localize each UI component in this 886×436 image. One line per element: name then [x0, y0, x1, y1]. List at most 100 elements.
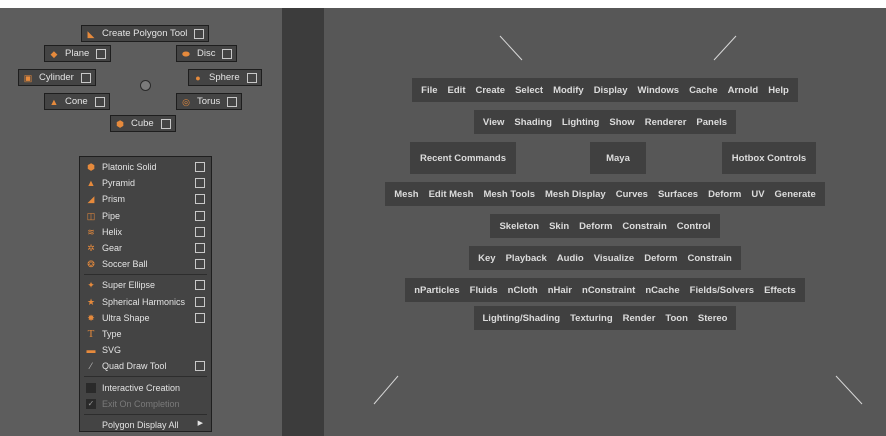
- hotbox-menu-help[interactable]: Help: [763, 85, 794, 96]
- hotbox-menu-texturing[interactable]: Texturing: [565, 313, 618, 324]
- interactive-creation-checkbox[interactable]: [86, 382, 96, 393]
- menu-item-prism[interactable]: ◢ Prism: [80, 191, 211, 207]
- option-box[interactable]: [195, 312, 205, 323]
- hotbox-menu-panels[interactable]: Panels: [691, 117, 732, 128]
- menu-item-polygon-display-all[interactable]: Polygon Display All ▶: [80, 417, 211, 433]
- menu-item-super-ellipse[interactable]: ✦ Super Ellipse: [80, 277, 211, 293]
- option-box[interactable]: [195, 226, 205, 237]
- hotbox-menu-mesh[interactable]: Mesh: [389, 189, 423, 200]
- hotbox-menu-lighting[interactable]: Lighting: [557, 117, 604, 128]
- option-box[interactable]: [195, 280, 205, 291]
- hotbox-menu-uv[interactable]: UV: [746, 189, 769, 200]
- hotbox-menu-fluids[interactable]: Fluids: [465, 285, 503, 296]
- menu-item-label: Platonic Solid: [102, 162, 157, 173]
- hotbox-menu-view[interactable]: View: [478, 117, 509, 128]
- hotbox-menu-anim-constrain[interactable]: Constrain: [682, 253, 736, 264]
- option-box[interactable]: [195, 194, 205, 205]
- menu-item-ultra-shape[interactable]: ✸ Ultra Shape: [80, 310, 211, 326]
- disc-option-box[interactable]: [222, 48, 233, 59]
- menu-item-pipe[interactable]: ◫ Pipe: [80, 208, 211, 224]
- hotbox-menu-show[interactable]: Show: [604, 117, 639, 128]
- option-box[interactable]: [195, 361, 205, 372]
- hotbox-menu-display[interactable]: Display: [589, 85, 633, 96]
- hotbox-menu-arnold[interactable]: Arnold: [723, 85, 764, 96]
- hotbox-menu-stereo[interactable]: Stereo: [693, 313, 733, 324]
- zone-line-top-left: [499, 35, 523, 61]
- hotbox-menu-control[interactable]: Control: [672, 221, 716, 232]
- hotbox-menu-generate[interactable]: Generate: [770, 189, 821, 200]
- menu-item-label: Prism: [102, 194, 125, 205]
- menu-item-spherical-harmonics[interactable]: ★ Spherical Harmonics: [80, 294, 211, 310]
- hotbox-menu-nhair[interactable]: nHair: [543, 285, 577, 296]
- menu-item-platonic-solid[interactable]: ⬢ Platonic Solid: [80, 159, 211, 175]
- hotbox-menu-edit-mesh[interactable]: Edit Mesh: [424, 189, 479, 200]
- cylinder-option-box[interactable]: [80, 72, 91, 83]
- cone-item[interactable]: ▲ Cone: [44, 93, 110, 110]
- hotbox-menu-toon[interactable]: Toon: [660, 313, 693, 324]
- cube-option-box[interactable]: [160, 118, 171, 129]
- sphere-option-box[interactable]: [246, 72, 257, 83]
- hotbox-menu-rig-constrain[interactable]: Constrain: [617, 221, 671, 232]
- hotbox-menu-mesh-display[interactable]: Mesh Display: [540, 189, 611, 200]
- hotbox-menu-ncache[interactable]: nCache: [640, 285, 684, 296]
- hotbox-menu-lighting-shading[interactable]: Lighting/Shading: [478, 313, 566, 324]
- option-box[interactable]: [195, 178, 205, 189]
- option-box[interactable]: [195, 296, 205, 307]
- plane-item[interactable]: ◆ Plane: [44, 45, 112, 62]
- hotbox-menu-key[interactable]: Key: [473, 253, 500, 264]
- create-polygon-tool-item[interactable]: ◣ Create Polygon Tool: [81, 25, 210, 42]
- option-box[interactable]: [195, 162, 205, 172]
- cylinder-item[interactable]: ▣ Cylinder: [18, 69, 96, 86]
- hotbox-menu-nparticles[interactable]: nParticles: [409, 285, 464, 296]
- hotbox-menu-deform[interactable]: Deform: [703, 189, 746, 200]
- hotbox-menu-playback[interactable]: Playback: [501, 253, 552, 264]
- menu-item-interactive-creation[interactable]: Interactive Creation: [80, 379, 211, 395]
- hotbox-menu-surfaces[interactable]: Surfaces: [653, 189, 703, 200]
- option-box[interactable]: [195, 242, 205, 253]
- hotbox-menu-shading[interactable]: Shading: [509, 117, 556, 128]
- hotbox-menu-create[interactable]: Create: [471, 85, 511, 96]
- option-box[interactable]: [195, 210, 205, 221]
- option-box[interactable]: [195, 259, 205, 270]
- hotbox-menu-edit[interactable]: Edit: [443, 85, 471, 96]
- hotbox-menu-nconstraint[interactable]: nConstraint: [577, 285, 640, 296]
- hotbox-controls[interactable]: Hotbox Controls: [722, 142, 816, 174]
- hotbox-menu-visualize[interactable]: Visualize: [589, 253, 640, 264]
- hotbox-menu-cache[interactable]: Cache: [684, 85, 723, 96]
- hotbox-recent-commands[interactable]: Recent Commands: [410, 142, 516, 174]
- polygon-tool-icon: ◣: [87, 28, 95, 39]
- hotbox-menu-render[interactable]: Render: [618, 313, 661, 324]
- torus-option-box[interactable]: [227, 96, 238, 107]
- hotbox-menu-ncloth[interactable]: nCloth: [503, 285, 543, 296]
- menu-item-helix[interactable]: ≋ Helix: [80, 224, 211, 240]
- disc-item[interactable]: ⬬ Disc: [176, 45, 238, 62]
- create-polygon-tool-option-box[interactable]: [194, 28, 205, 39]
- hotbox-menu-audio[interactable]: Audio: [552, 253, 589, 264]
- hotbox-menu-rig-deform[interactable]: Deform: [574, 221, 617, 232]
- hotbox-menu-renderer[interactable]: Renderer: [640, 117, 692, 128]
- menu-item-pyramid[interactable]: ▲ Pyramid: [80, 175, 211, 191]
- hotbox-menu-file[interactable]: File: [416, 85, 442, 96]
- plane-option-box[interactable]: [96, 48, 107, 59]
- hotbox-menu-skeleton[interactable]: Skeleton: [494, 221, 544, 232]
- hotbox-menu-skin[interactable]: Skin: [544, 221, 574, 232]
- cube-item[interactable]: ⬢ Cube: [110, 115, 176, 132]
- sphere-item[interactable]: ● Sphere: [188, 69, 262, 86]
- hotbox-menu-modify[interactable]: Modify: [548, 85, 589, 96]
- menu-item-svg[interactable]: ▬ SVG: [80, 342, 211, 358]
- zone-line-bottom-left: [373, 375, 399, 405]
- menu-item-type[interactable]: T Type: [80, 326, 211, 342]
- menu-item-quad-draw-tool[interactable]: ⁄ Quad Draw Tool: [80, 358, 211, 374]
- hotbox-menu-select[interactable]: Select: [510, 85, 548, 96]
- hotbox-menu-curves[interactable]: Curves: [611, 189, 653, 200]
- hotbox-menu-mesh-tools[interactable]: Mesh Tools: [478, 189, 540, 200]
- menu-item-soccer-ball[interactable]: ❂ Soccer Ball: [80, 256, 211, 272]
- hotbox-menu-effects[interactable]: Effects: [759, 285, 801, 296]
- hotbox-menu-fields-solvers[interactable]: Fields/Solvers: [685, 285, 759, 296]
- menu-item-gear[interactable]: ✲ Gear: [80, 240, 211, 256]
- hotbox-menu-anim-deform[interactable]: Deform: [639, 253, 682, 264]
- hotbox-menu-windows[interactable]: Windows: [632, 85, 684, 96]
- torus-item[interactable]: ◎ Torus: [176, 93, 243, 110]
- cone-option-box[interactable]: [94, 96, 105, 107]
- hotbox-maya[interactable]: Maya: [590, 142, 646, 174]
